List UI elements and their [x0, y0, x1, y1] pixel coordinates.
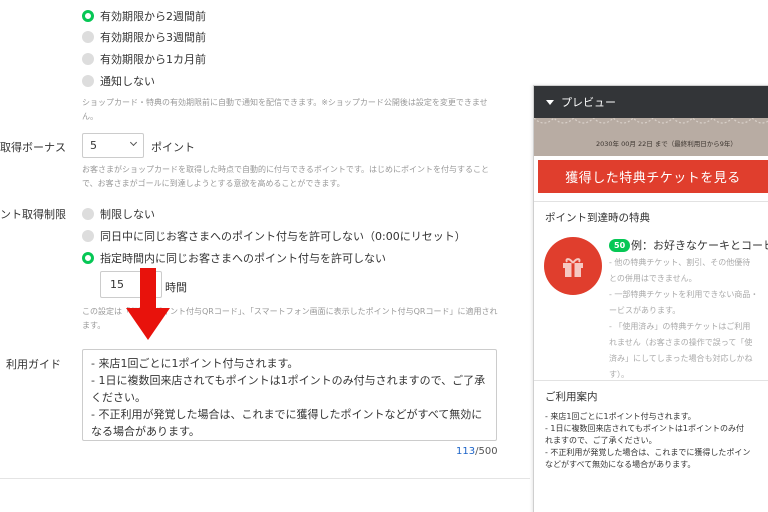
perk-item: 50 例：お好きなケーキとコーヒ - 他の特典チケット、割引、その他優待 との併… [534, 225, 768, 380]
card-expiry: 2030年 00月 22日 まで（最終利用日から9年） [596, 140, 737, 148]
perk-note-line: 済み」にしてしまった場合も対応しかね [609, 354, 753, 363]
preview-title: プレビュー [561, 96, 616, 109]
perk-notes: - 他の特典チケット、割引、その他優待 との併用はできません。 - 一部特典チケ… [609, 255, 768, 383]
bonus-note: お客さまがショップカードを取得した時点で自動的に付与できるポイントです。はじめに… [82, 165, 490, 188]
char-max: /500 [475, 446, 498, 457]
radio-icon [82, 75, 94, 87]
perk-note-line: - 「使用済み」の特典チケットはご利用 [609, 322, 751, 331]
perk-note-line: との併用はできません。 [609, 274, 697, 283]
card-image: 2030年 00月 22日 まで（最終利用日から9年） [534, 118, 768, 156]
guide-line: - 不正利用が発覚した場合は、これまでに獲得したポイントなどがすべて無効になる場… [91, 408, 483, 438]
radio-label: 有効期限から2週間前 [100, 10, 206, 23]
guide-preview-text: - 来店1回ごとに1ポイント付与されます。 - 1日に複数回来店されてもポイント… [534, 404, 768, 471]
perk-section-title: ポイント到達時の特典 [545, 212, 650, 224]
points-badge: 50 [609, 239, 631, 252]
perk-note-line: - 一部特典チケットを利用できない商品・ [609, 290, 759, 299]
guide-preview-line: れますので、ご了承ください。 [545, 436, 657, 445]
limit-option-hours[interactable]: 指定時間内に同じお客さまへのポイント付与を許可しない [82, 250, 386, 266]
perk-title: 例：お好きなケーキとコーヒ [631, 239, 768, 252]
radio-label: 通知しない [100, 75, 155, 88]
guide-preview-line: - 不正利用が発覚した場合は、これまでに獲得したポイン [545, 448, 751, 457]
preview-panel: プレビュー 2030年 00月 22日 まで（最終利用日から9年） 獲得した特典… [533, 85, 768, 512]
radio-icon [82, 53, 94, 65]
notify-option-1month[interactable]: 有効期限から1カ月前 [82, 51, 206, 67]
radio-label: 有効期限から3週間前 [100, 31, 206, 44]
perk-note-line: す）。 [609, 370, 629, 379]
section-divider [0, 478, 530, 479]
notify-option-2weeks[interactable]: 有効期限から2週間前 [82, 8, 206, 24]
limit-option-none[interactable]: 制限しない [82, 206, 155, 222]
notify-option-none[interactable]: 通知しない [82, 73, 155, 89]
notify-note: ショップカード・特典の有効期限前に自動で通知を配信できます。※ショップカード公開… [82, 98, 488, 121]
guide-line: - 1日に複数回来店されてもポイントは1ポイントのみ付与されますので、ご了承くだ… [91, 374, 486, 404]
radio-icon [82, 208, 94, 220]
preview-header[interactable]: プレビュー [534, 86, 768, 118]
radio-label: 同日中に同じお客さまへのポイント付与を許可しない（0:00にリセット） [100, 230, 466, 243]
guide-preview-title: ご利用案内 [545, 391, 598, 403]
guide-preview-line: - 来店1回ごとに1ポイント付与されます。 [545, 412, 696, 421]
guide-textarea[interactable]: - 来店1回ごとに1ポイント付与されます。 - 1日に複数回来店されてもポイント… [82, 349, 497, 441]
bonus-unit: ポイント [151, 141, 195, 154]
guide-preview-line: - 1日に複数回来店されてもポイントは1ポイントのみ付 [545, 424, 744, 433]
radio-selected-icon [82, 10, 94, 22]
perk-note-line: ービスがあります。 [609, 306, 681, 315]
guide-line: - 来店1回ごとに1ポイント付与されます。 [91, 357, 299, 370]
radio-label: 制限しない [100, 208, 155, 221]
radio-icon [82, 230, 94, 242]
guide-label: 利用ガイド [6, 358, 61, 371]
gift-circle [544, 237, 602, 295]
limit-label: ント取得制限 [0, 208, 66, 221]
chevron-down-icon [129, 138, 138, 147]
radio-selected-icon [82, 252, 94, 264]
hours-value: 15 [110, 278, 124, 291]
radio-label: 指定時間内に同じお客さまへのポイント付与を許可しない [100, 252, 386, 265]
scallop-border [534, 118, 768, 124]
notify-option-3weeks[interactable]: 有効期限から3週間前 [82, 29, 206, 45]
limit-option-same-day[interactable]: 同日中に同じお客さまへのポイント付与を許可しない（0:00にリセット） [82, 228, 466, 244]
char-counter: 113/500 [456, 446, 498, 457]
bonus-value: 5 [90, 139, 97, 152]
char-count: 113 [456, 446, 476, 457]
radio-label: 有効期限から1カ月前 [100, 53, 206, 66]
perk-note-line: れません（お客さまの操作で誤って「使 [609, 338, 753, 347]
bonus-label: 取得ボーナス [0, 141, 66, 154]
caret-down-icon [546, 99, 554, 105]
perk-note-line: - 他の特典チケット、割引、その他優待 [609, 258, 751, 267]
red-arrow-down-icon [126, 268, 170, 340]
view-tickets-button[interactable]: 獲得した特典チケットを見る [538, 160, 768, 193]
settings-form: 有効期限から2週間前 有効期限から3週間前 有効期限から1カ月前 通知しない シ… [0, 0, 530, 512]
guide-preview-line: などがすべて無効になる場合があります。 [545, 460, 696, 469]
bonus-select[interactable]: 5 [82, 133, 144, 158]
gift-icon [563, 258, 583, 277]
radio-icon [82, 31, 94, 43]
